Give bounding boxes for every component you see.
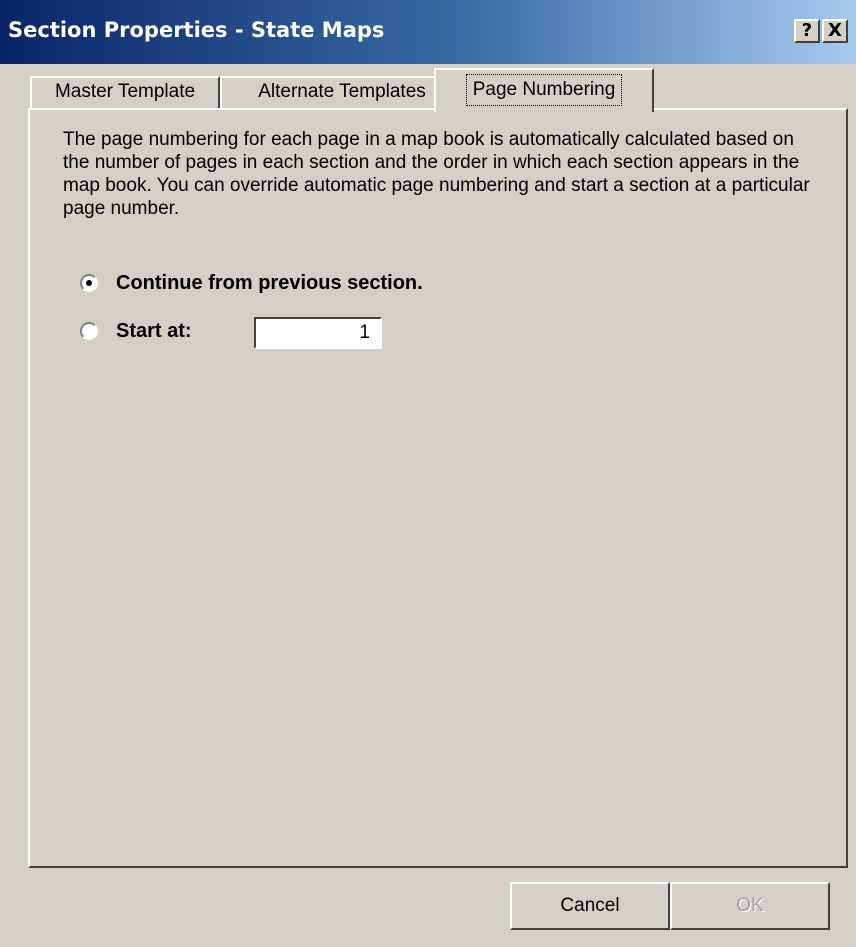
page-numbering-description: The page numbering for each page in a ma…	[63, 129, 810, 219]
continue-radio[interactable]	[80, 274, 98, 292]
continue-label: Continue from previous section.	[116, 271, 423, 294]
continue-option[interactable]: Continue from previous section.	[80, 268, 423, 298]
help-button[interactable]: ?	[794, 19, 820, 43]
page-numbering-panel: The page numbering for each page in a ma…	[28, 108, 848, 868]
tab-page-numbering-label: Page Numbering	[465, 74, 623, 106]
ok-button[interactable]: OK	[670, 882, 830, 930]
start-at-radio[interactable]	[80, 322, 98, 340]
title-bar[interactable]: Section Properties - State Maps ? X	[0, 0, 856, 64]
tab-alternate-templates[interactable]: Alternate Templates	[220, 76, 464, 108]
close-button[interactable]: X	[822, 19, 848, 43]
start-at-option[interactable]: Start at:	[80, 316, 192, 346]
section-properties-dialog: Section Properties - State Maps ? X Mast…	[0, 0, 856, 947]
start-at-label: Start at:	[116, 319, 192, 342]
tab-page-numbering[interactable]: Page Numbering	[434, 68, 654, 112]
dialog-title: Section Properties - State Maps	[8, 18, 385, 42]
cancel-button[interactable]: Cancel	[510, 882, 670, 930]
start-at-input[interactable]	[254, 317, 382, 349]
tab-master-template[interactable]: Master Template	[30, 76, 220, 108]
